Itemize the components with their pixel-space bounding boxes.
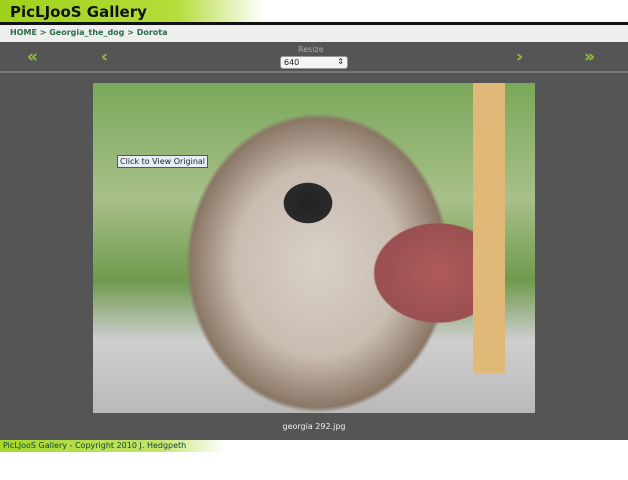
resize-label: Resize [298, 45, 324, 54]
site-title: PicLJooS Gallery [10, 3, 147, 21]
resize-value: 640 [284, 58, 300, 67]
previous-image-icon[interactable]: ‹ [101, 49, 108, 66]
last-image-icon[interactable]: » [584, 49, 595, 66]
photo-caption: georgia 292.jpg [282, 422, 346, 431]
photo-porch-post [473, 83, 505, 373]
select-arrows-icon: ⇕ [337, 57, 344, 66]
breadcrumb-separator: > [124, 28, 137, 37]
next-image-icon[interactable]: › [516, 49, 523, 66]
breadcrumb-current[interactable]: Dorota [137, 28, 168, 37]
breadcrumb-album[interactable]: Georgia_the_dog [49, 28, 124, 37]
first-image-icon[interactable]: « [27, 49, 38, 66]
viewer-panel: « ‹ Resize 640 ⇕ › » Click to View Origin… [0, 42, 628, 440]
footer: PicLJooS Gallery - Copyright 2010 J. Hed… [0, 440, 628, 452]
breadcrumb: HOME > Georgia_the_dog > Dorota [0, 25, 628, 42]
resize-select[interactable]: 640 ⇕ [280, 56, 348, 69]
breadcrumb-separator: > [36, 28, 50, 37]
photo[interactable]: Click to View Original [93, 83, 535, 413]
tooltip: Click to View Original [117, 155, 209, 168]
header: PicLJooS Gallery [0, 0, 628, 22]
breadcrumb-home[interactable]: HOME [10, 28, 37, 37]
nav-bar: « ‹ Resize 640 ⇕ › » [0, 42, 628, 73]
